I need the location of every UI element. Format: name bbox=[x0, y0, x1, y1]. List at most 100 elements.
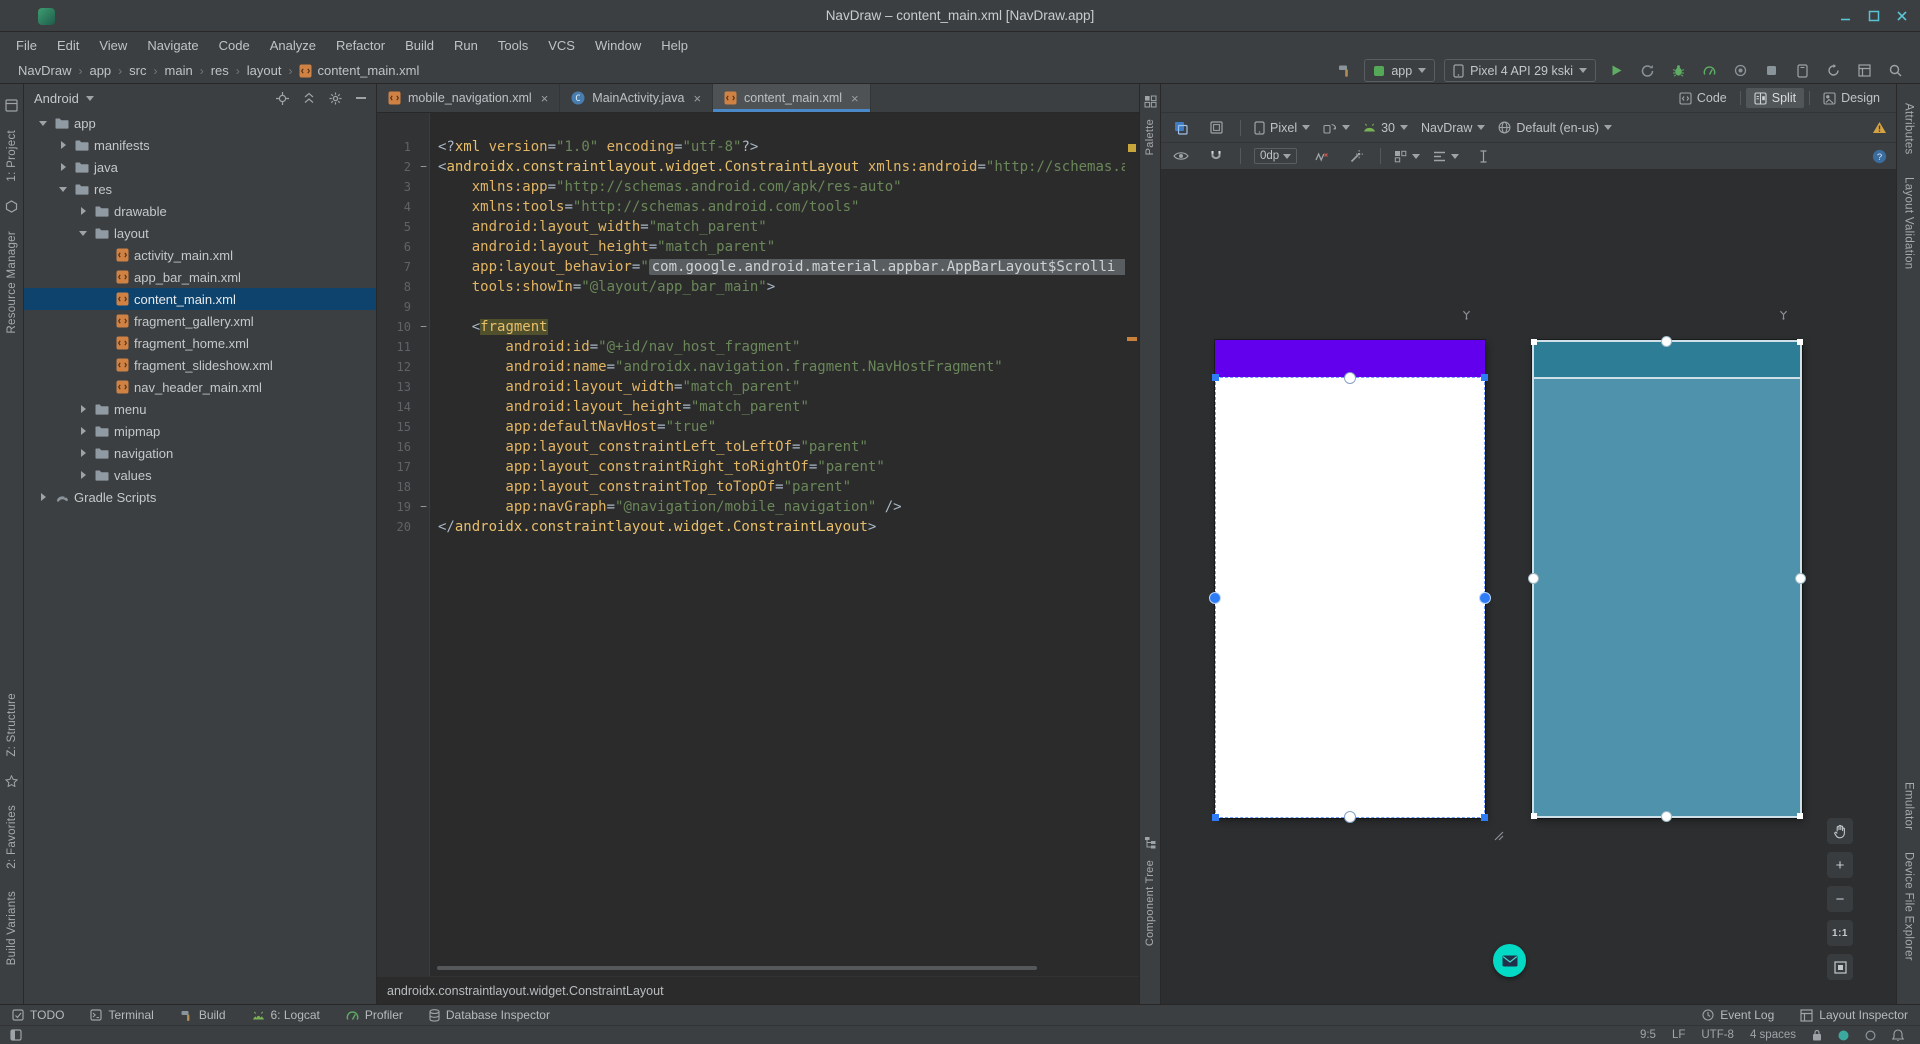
selection-handle[interactable] bbox=[1531, 813, 1537, 819]
tree-item-menu[interactable]: menu bbox=[24, 398, 376, 420]
autoconnect-magnet-icon[interactable] bbox=[1205, 145, 1227, 167]
tool-window-button-device-file-explorer[interactable]: Device File Explorer bbox=[1903, 852, 1915, 961]
device-in-editor-selector[interactable]: Pixel bbox=[1254, 121, 1310, 135]
breadcrumb-item-src[interactable]: src bbox=[129, 63, 146, 78]
component-tree-icon[interactable] bbox=[1144, 836, 1157, 849]
tool-window-button-emulator[interactable]: Emulator bbox=[1903, 782, 1915, 830]
tool-window-button-layout-inspector[interactable]: Layout Inspector bbox=[1800, 1008, 1908, 1022]
close-tab-icon[interactable]: × bbox=[541, 91, 549, 106]
canvas-resize-grip[interactable] bbox=[1491, 828, 1504, 841]
menu-item-file[interactable]: File bbox=[6, 35, 47, 56]
zoom-to-fit-icon[interactable] bbox=[1827, 954, 1853, 980]
tree-item-layout[interactable]: layout bbox=[24, 222, 376, 244]
status-dot-icon[interactable] bbox=[1865, 1030, 1876, 1041]
locale-selector[interactable]: Default (en-us) bbox=[1498, 121, 1612, 135]
design-canvas[interactable]: + − 1:1 bbox=[1161, 170, 1896, 1004]
editor-tab-mainactivity-java[interactable]: CMainActivity.java× bbox=[560, 84, 713, 112]
expander-icon[interactable] bbox=[74, 207, 92, 215]
tree-item-values[interactable]: values bbox=[24, 464, 376, 486]
sync-project-button[interactable] bbox=[1822, 60, 1844, 82]
tree-item-java[interactable]: java bbox=[24, 156, 376, 178]
tool-window-button-terminal[interactable]: Terminal bbox=[90, 1008, 153, 1022]
mode-tab-code[interactable]: Code bbox=[1671, 88, 1735, 108]
search-everywhere-button[interactable] bbox=[1884, 60, 1906, 82]
menu-item-run[interactable]: Run bbox=[444, 35, 488, 56]
breadcrumb-item-layout[interactable]: layout bbox=[247, 63, 282, 78]
mode-tab-split[interactable]: Split bbox=[1746, 88, 1804, 108]
menu-item-analyze[interactable]: Analyze bbox=[260, 35, 326, 56]
tool-window-button-todo[interactable]: TODO bbox=[12, 1008, 64, 1022]
tool-window-button-z-structure[interactable]: Z: Structure bbox=[6, 693, 18, 757]
api-level-selector[interactable]: 30 bbox=[1363, 121, 1408, 135]
fold-marker[interactable]: − bbox=[417, 497, 430, 517]
orientation-selector[interactable] bbox=[1323, 122, 1350, 134]
tree-item-drawable[interactable]: drawable bbox=[24, 200, 376, 222]
editor-tab-content-main-xml[interactable]: content_main.xml× bbox=[713, 84, 871, 112]
tool-window-button-build-variants[interactable]: Build Variants bbox=[6, 891, 18, 965]
tool-window-button-1-project[interactable]: 1: Project bbox=[6, 130, 18, 182]
project-view-selector[interactable]: Android bbox=[34, 91, 79, 106]
breadcrumb-item-main[interactable]: main bbox=[165, 63, 193, 78]
zoom-out-button[interactable]: − bbox=[1827, 886, 1853, 912]
infer-constraints-icon[interactable] bbox=[1345, 145, 1367, 167]
menu-item-tools[interactable]: Tools bbox=[488, 35, 538, 56]
tool-window-button-profiler[interactable]: Profiler bbox=[346, 1008, 403, 1022]
help-icon[interactable]: ? bbox=[1872, 149, 1887, 164]
clear-constraints-icon[interactable] bbox=[1310, 145, 1332, 167]
close-tab-icon[interactable]: × bbox=[693, 91, 701, 106]
pack-controls[interactable] bbox=[1394, 150, 1420, 163]
tool-window-button-layout-validation[interactable]: Layout Validation bbox=[1903, 177, 1915, 269]
error-stripe[interactable] bbox=[1125, 113, 1139, 976]
maximize-button-icon[interactable] bbox=[1868, 10, 1880, 22]
line-separator[interactable]: LF bbox=[1672, 1029, 1685, 1041]
tool-window-button-2-favorites[interactable]: 2: Favorites bbox=[6, 805, 18, 869]
apply-changes-button[interactable] bbox=[1636, 60, 1658, 82]
coverage-button[interactable] bbox=[1729, 60, 1751, 82]
constraint-anchor[interactable] bbox=[1795, 573, 1806, 584]
tree-item-fragment-home-xml[interactable]: fragment_home.xml bbox=[24, 332, 376, 354]
close-button-icon[interactable] bbox=[1896, 10, 1908, 22]
tree-item-manifests[interactable]: manifests bbox=[24, 134, 376, 156]
expander-icon[interactable] bbox=[74, 471, 92, 479]
palette-icon[interactable] bbox=[1144, 95, 1157, 108]
warnings-indicator-icon[interactable] bbox=[1872, 121, 1887, 134]
horizontal-scrollbar[interactable] bbox=[437, 966, 1037, 970]
menu-item-refactor[interactable]: Refactor bbox=[326, 35, 395, 56]
tool-window-button-attributes[interactable]: Attributes bbox=[1903, 103, 1915, 155]
selection-handle[interactable] bbox=[1212, 374, 1219, 381]
expander-icon[interactable] bbox=[54, 141, 72, 149]
tree-item-app-bar-main-xml[interactable]: app_bar_main.xml bbox=[24, 266, 376, 288]
expander-icon[interactable] bbox=[74, 231, 92, 236]
fab-button[interactable] bbox=[1493, 944, 1526, 977]
run-configuration-selector[interactable]: app bbox=[1364, 59, 1435, 82]
default-margins-selector[interactable]: 0dp bbox=[1254, 148, 1297, 164]
expander-icon[interactable] bbox=[74, 405, 92, 413]
constraint-anchor[interactable] bbox=[1528, 573, 1539, 584]
tool-window-button-database-inspector[interactable]: Database Inspector bbox=[429, 1008, 550, 1022]
tree-item-mipmap[interactable]: mipmap bbox=[24, 420, 376, 442]
close-tab-icon[interactable]: × bbox=[851, 91, 859, 106]
tree-item-activity-main-xml[interactable]: activity_main.xml bbox=[24, 244, 376, 266]
tool-window-button-event-log[interactable]: Event Log bbox=[1702, 1008, 1774, 1022]
selection-handle[interactable] bbox=[1212, 814, 1219, 821]
pan-hand-icon[interactable] bbox=[1827, 818, 1853, 844]
menu-item-edit[interactable]: Edit bbox=[47, 35, 89, 56]
palette-tool-button[interactable]: Palette bbox=[1144, 119, 1156, 155]
constraint-anchor[interactable] bbox=[1661, 811, 1672, 822]
tree-item-nav-header-main-xml[interactable]: nav_header_main.xml bbox=[24, 376, 376, 398]
menu-item-window[interactable]: Window bbox=[585, 35, 651, 56]
breadcrumb-item-app[interactable]: app bbox=[89, 63, 111, 78]
resource-manager-icon[interactable] bbox=[5, 200, 18, 213]
tree-item-fragment-slideshow-xml[interactable]: fragment_slideshow.xml bbox=[24, 354, 376, 376]
theme-selector[interactable]: NavDraw bbox=[1421, 121, 1485, 135]
hide-panel-icon[interactable] bbox=[356, 96, 366, 100]
device-selector[interactable]: Pixel 4 API 29 kski bbox=[1444, 59, 1596, 82]
selection-handle[interactable] bbox=[1481, 814, 1488, 821]
mode-tab-design[interactable]: Design bbox=[1815, 88, 1888, 108]
expander-icon[interactable] bbox=[34, 121, 52, 126]
constraint-anchor[interactable] bbox=[1209, 592, 1221, 604]
expander-icon[interactable] bbox=[54, 163, 72, 171]
code-editor[interactable]: 1<?xml version="1.0" encoding="utf-8"?>2… bbox=[377, 113, 1139, 976]
selection-handle[interactable] bbox=[1531, 339, 1537, 345]
component-tree-tool-button[interactable]: Component Tree bbox=[1144, 860, 1156, 946]
